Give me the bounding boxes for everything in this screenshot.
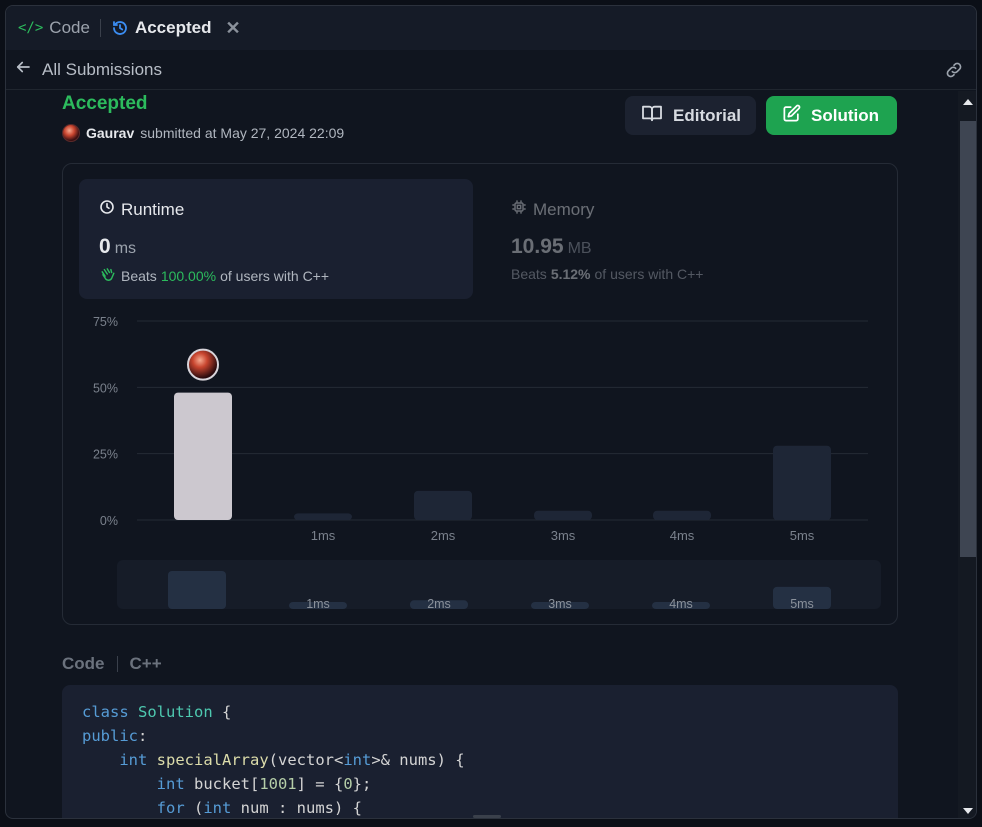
memory-beats-pct: 5.12% [550,266,591,282]
memory-title: Memory [533,199,595,219]
solution-label: Solution [811,105,879,125]
chip-icon [511,199,527,220]
tab-code[interactable]: </> Code [18,18,90,38]
close-icon[interactable]: ✕ [225,18,240,39]
clock-icon [99,199,115,220]
edit-icon [782,104,801,128]
user-avatar-marker [187,348,219,381]
bar [773,445,831,520]
bar [534,510,592,520]
code-header: Code C++ [62,654,162,674]
username[interactable]: Gaurav [86,125,134,141]
all-submissions-label: All Submissions [42,59,162,79]
memory-card[interactable]: Memory 10.95 MB Beats 5.12% of users with… [491,179,881,299]
runtime-card[interactable]: Runtime 0 ms Beats 100.00% of users with … [79,179,473,299]
clap-icon [99,266,117,285]
memory-unit: MB [567,240,592,257]
scroll-up-icon[interactable] [963,99,973,105]
runtime-value-row: 0 ms [99,235,136,259]
runtime-beats-pct: 100.00% [160,267,217,284]
scrollbar-thumb[interactable] [960,121,976,557]
history-icon [111,19,129,37]
y-tick-label: 25% [93,448,118,462]
code-brackets-icon: </> [18,20,44,36]
x-tick-label: 4ms [670,528,695,543]
overview-tick-label: 5ms [790,597,814,611]
runtime-title-row: Runtime [99,199,184,220]
memory-beats-label: Beats [511,266,547,282]
overview-tick-label: 1ms [306,597,330,611]
bar [414,490,472,520]
performance-panel: Runtime 0 ms Beats 100.00% of users with … [62,163,898,625]
code-language: C++ [129,654,162,673]
code-label: Code [62,654,105,673]
overview-tick-label: 3ms [548,597,572,611]
resize-handle[interactable] [473,815,501,818]
memory-beats-suffix: of users with C++ [594,266,704,282]
submission-nav-bar: All Submissions [6,50,976,90]
memory-title-row: Memory [511,199,594,220]
tab-accepted[interactable]: Accepted ✕ [111,18,241,39]
runtime-beats-label: Beats [121,267,157,284]
runtime-distribution-chart[interactable]: 75% 50% 25% 0% 1ms 2ms 3ms 4ms 5ms 1ms 2ms 3ms 4ms 5m… [63,304,897,614]
tab-accepted-label: Accepted [134,18,212,37]
memory-beats-row: Beats 5.12% of users with C++ [511,266,703,282]
submission-content: Accepted Gaurav submitted at May 27, 202… [6,91,958,818]
avatar[interactable] [62,124,80,142]
y-tick-label: 50% [93,381,118,395]
editorial-label: Editorial [673,105,742,125]
all-submissions-link[interactable]: All Submissions [14,58,162,81]
x-tick-label: 3ms [551,528,576,543]
x-tick-label: 1ms [311,528,336,543]
bar [294,513,352,520]
overview-bar [168,571,226,609]
x-tick-label: 5ms [790,528,815,543]
link-icon[interactable] [944,60,964,85]
submission-window: </> Code Accepted ✕ All Submissions Acce… [5,5,977,819]
runtime-beats-suffix: of users with C++ [220,267,330,284]
highlighted-bar [174,392,232,520]
tab-bar: </> Code Accepted ✕ [6,6,976,50]
submission-meta: Gaurav submitted at May 27, 2024 22:09 [62,124,344,142]
submitted-time: submitted at May 27, 2024 22:09 [140,125,345,141]
vertical-scrollbar[interactable] [958,91,976,818]
submission-status: Accepted [62,93,148,114]
solution-button[interactable]: Solution [766,96,897,135]
y-tick-label: 0% [100,514,118,528]
overview-tick-label: 4ms [669,597,693,611]
scroll-down-icon[interactable] [963,808,973,814]
memory-value-row: 10.95 MB [511,235,592,259]
arrow-left-icon [14,58,32,81]
overview-tick-label: 2ms [427,597,451,611]
code-block[interactable]: class Solution { public: int specialArra… [62,685,898,818]
tab-divider [99,19,101,37]
code-header-divider [116,656,118,672]
runtime-value: 0 [99,235,111,258]
editorial-button[interactable]: Editorial [625,96,756,135]
tab-code-label: Code [49,18,90,37]
bar [653,510,711,520]
runtime-unit: ms [114,240,137,257]
memory-value: 10.95 [511,235,564,258]
book-icon [641,104,663,127]
y-tick-label: 75% [93,315,118,329]
x-tick-label: 2ms [431,528,456,543]
runtime-beats-row: Beats 100.00% of users with C++ [99,266,329,285]
runtime-title: Runtime [121,199,185,219]
chart-overview-strip [117,560,881,609]
